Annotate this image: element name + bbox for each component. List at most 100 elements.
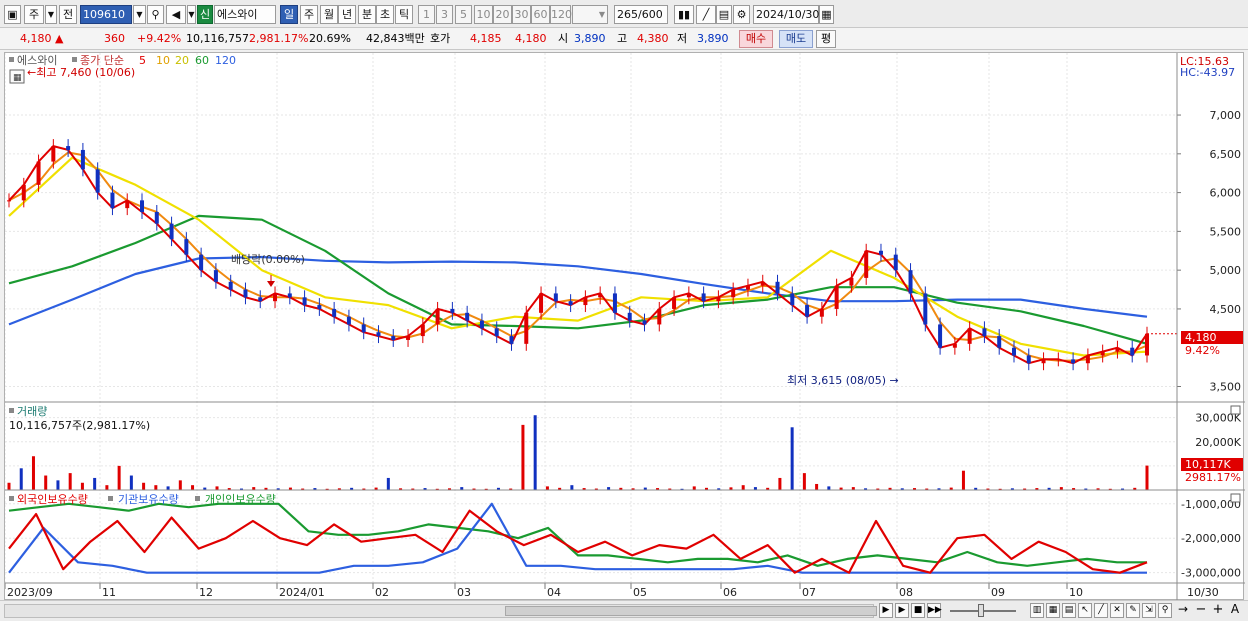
holder-tick-label: -2,000,000 [1181, 532, 1241, 545]
ma-legend-20[interactable]: 20 [175, 54, 189, 67]
candle-body [110, 192, 115, 209]
font-size-icon[interactable]: A [1228, 603, 1242, 618]
volume-bar [105, 485, 109, 490]
interval-20[interactable]: 20 [493, 5, 512, 24]
volume-bar [692, 486, 696, 490]
stock-code-input[interactable]: 109610 [80, 5, 132, 24]
data-count-field[interactable]: 265/600 [614, 5, 668, 24]
zoom-in-icon[interactable]: + [1211, 603, 1225, 618]
ma120-line [8, 255, 1148, 326]
institution-holder-legend[interactable]: 기관보유수량 [118, 493, 179, 506]
volume-bar [961, 470, 965, 490]
candle-body [642, 320, 647, 325]
tab-minute[interactable]: 분 [358, 5, 376, 24]
date-field[interactable]: 2024/10/30 [753, 5, 819, 24]
trend-tool-icon[interactable]: ╱ [1094, 603, 1108, 618]
speaker-dropdown-icon[interactable]: ▼ [187, 5, 196, 24]
holder-panel-close-icon[interactable] [1230, 493, 1241, 503]
foreign-holder-legend[interactable]: 외국인보유수량 [17, 493, 88, 506]
volume-bar [790, 427, 794, 490]
interval-30-label: 30 [514, 8, 529, 21]
candle-body [967, 328, 972, 344]
ma-legend-10[interactable]: 10 [156, 54, 170, 67]
zoom-out-icon[interactable]: − [1194, 603, 1208, 618]
chart-area[interactable]: 7,000 6,500 6,000 5,500 5,000 4,500 3,500 30,00… [4, 52, 1245, 601]
ma-legend-60[interactable]: 60 [195, 54, 209, 67]
moving-average-lines [8, 145, 1148, 365]
candle-body [982, 328, 987, 337]
sell-button[interactable]: 매도 [779, 30, 813, 48]
draw-tool-icon[interactable]: ╱ [696, 5, 716, 24]
individual-holder-legend[interactable]: 개인인보유수량 [205, 493, 276, 506]
volume-panel-close-icon[interactable] [1230, 405, 1241, 415]
interval-60[interactable]: 60 [531, 5, 550, 24]
table-view-icon[interactable]: ▤ [1062, 603, 1076, 618]
x-tick-label: 11 [102, 586, 116, 599]
stock-name-field[interactable]: 에스와이 [214, 5, 276, 24]
legend-marker [9, 57, 14, 62]
buy-button[interactable]: 매수 [739, 30, 773, 48]
interval-120[interactable]: 120 [550, 5, 572, 24]
tab-day[interactable]: 일 [280, 5, 298, 24]
fast-forward-icon[interactable]: ▶▶ [927, 603, 942, 618]
gear-icon[interactable]: ⚙ [733, 5, 750, 24]
interval-custom-select[interactable]: ▼ [572, 5, 608, 24]
candle-body [36, 161, 41, 185]
grid-view-icon[interactable]: ▦ [1046, 603, 1060, 618]
cursor-tool-icon[interactable]: ↖ [1078, 603, 1092, 618]
volume-bar [166, 486, 170, 490]
layout-icon[interactable]: ▣ [4, 5, 21, 24]
high-note-text: 최고 7,460 (10/06) [36, 66, 135, 79]
volume-bars [7, 415, 1149, 490]
stock-chart[interactable]: 7,0006,5006,0005,5005,0004,5003,50030,00… [4, 53, 1245, 601]
eval-label: 평 [820, 32, 832, 45]
tab-year[interactable]: 년 [338, 5, 356, 24]
chart-scrollbar[interactable] [4, 604, 877, 618]
candle-body [302, 297, 307, 306]
speaker-icon[interactable]: ◀ [166, 5, 186, 24]
volume-title[interactable]: 거래량 [17, 405, 47, 418]
candle-icon[interactable]: ▮▮ [674, 5, 694, 24]
interval-10[interactable]: 10 [474, 5, 493, 24]
candle-body [701, 293, 706, 302]
save-icon[interactable]: ▤ [716, 5, 732, 24]
period-select[interactable]: 주 [24, 5, 44, 24]
cross-tool-icon[interactable]: ✕ [1110, 603, 1124, 618]
prev-button[interactable]: 전 [59, 5, 77, 24]
chevron-down-icon[interactable]: ▼ [45, 5, 57, 24]
pen-tool-icon[interactable]: ✎ [1126, 603, 1140, 618]
interval-1[interactable]: 1 [418, 5, 435, 24]
ma-legend-120[interactable]: 120 [215, 54, 236, 67]
candle-body [849, 277, 854, 286]
tab-day-label: 일 [283, 8, 295, 21]
split-view-icon[interactable]: ▥ [1030, 603, 1044, 618]
interval-3[interactable]: 3 [436, 5, 453, 24]
tab-tick[interactable]: 틱 [395, 5, 413, 24]
price-tick-label: 6,000 [1210, 187, 1242, 200]
play-icon[interactable]: ▶ [895, 603, 909, 618]
turnover-ratio: 20.69% [309, 32, 351, 45]
export-icon[interactable]: ⇲ [1142, 603, 1156, 618]
scroll-right-icon[interactable]: ▶ [879, 603, 893, 618]
calendar-icon[interactable]: ▦ [819, 5, 834, 24]
eval-button[interactable]: 평 [816, 30, 836, 48]
scrollbar-thumb[interactable] [505, 606, 877, 616]
candle-body [1011, 347, 1016, 356]
interval-30[interactable]: 30 [512, 5, 531, 24]
tab-month[interactable]: 월 [320, 5, 338, 24]
code-dropdown-icon[interactable]: ▼ [133, 5, 146, 24]
candle-body [332, 308, 337, 317]
x-tick-label: 05 [633, 586, 647, 599]
ma-legend-5[interactable]: 5 [139, 54, 146, 67]
tab-week[interactable]: 주 [300, 5, 318, 24]
tab-week-label: 주 [303, 8, 315, 21]
volume-bar [545, 486, 549, 490]
interval-5[interactable]: 5 [455, 5, 472, 24]
search-zoom-icon[interactable]: ⚲ [1158, 603, 1172, 618]
arrow-right-icon[interactable]: → [1176, 603, 1190, 618]
tab-second[interactable]: 초 [376, 5, 394, 24]
zoom-slider-handle[interactable] [978, 604, 984, 617]
stop-icon[interactable]: ■ [911, 603, 925, 618]
search-icon[interactable]: ⚲ [147, 5, 164, 24]
candle-body [775, 281, 780, 294]
